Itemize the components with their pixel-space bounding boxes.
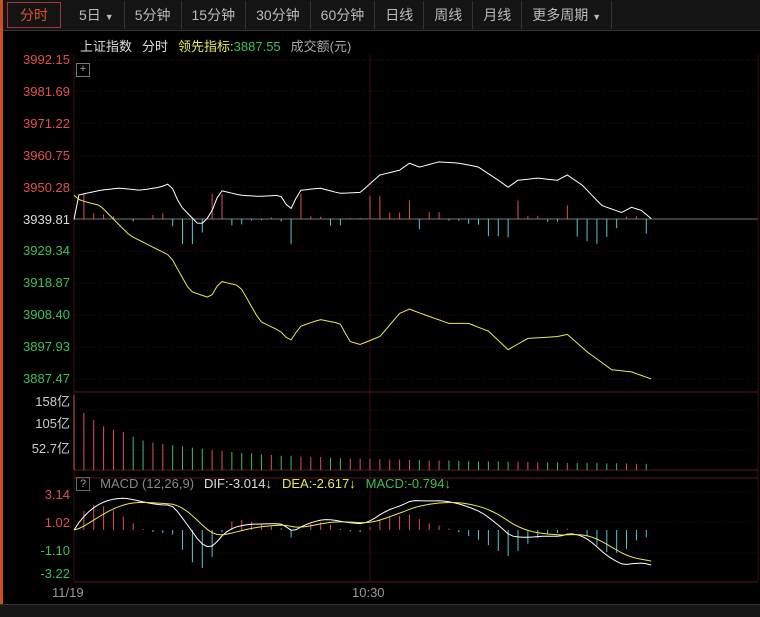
dea-value: DEA:-2.617↓	[281, 476, 356, 491]
price-tick: 3939.81	[23, 211, 70, 227]
intraday-chart	[73, 55, 759, 583]
macd-value: MACD:-0.794↓	[365, 476, 451, 491]
macd-title: MACD (12,26,9)	[100, 476, 195, 491]
volume-tick: 105亿	[35, 416, 70, 431]
macd-tick: -3.22	[40, 566, 70, 581]
price-tick: 3981.69	[23, 83, 70, 99]
leading-indicator-line	[73, 194, 652, 380]
index-price-line	[73, 161, 652, 224]
help-button[interactable]: ?	[76, 476, 91, 491]
price-tick: 3897.93	[23, 339, 70, 355]
price-tick: 3929.34	[23, 243, 70, 259]
x-tick-date: 11/19	[52, 585, 84, 600]
dif-line	[73, 497, 652, 566]
dif-value: DIF:-3.014↓	[204, 476, 272, 491]
price-tick: 3887.47	[23, 371, 70, 386]
price-tick: 3908.40	[23, 307, 70, 323]
dea-line	[73, 501, 652, 562]
volume-tick: 158亿	[35, 394, 70, 409]
price-tick: 3971.22	[23, 115, 70, 131]
price-tick: 3950.28	[23, 179, 70, 195]
price-tick: 3992.15	[23, 52, 70, 67]
macd-tick: -1.10	[40, 543, 70, 558]
price-tick: 3960.75	[23, 147, 70, 163]
macd-tick: 1.02	[44, 515, 70, 530]
volume-tick: 52.7亿	[31, 441, 70, 456]
bottom-bar	[0, 604, 760, 617]
price-tick: 3918.87	[23, 275, 70, 291]
macd-info: ? MACD (12,26,9) DIF:-3.014↓ DEA:-2.617↓…	[76, 476, 451, 491]
x-tick-1030: 10:30	[352, 585, 385, 600]
macd-tick: 3.14	[44, 487, 70, 502]
